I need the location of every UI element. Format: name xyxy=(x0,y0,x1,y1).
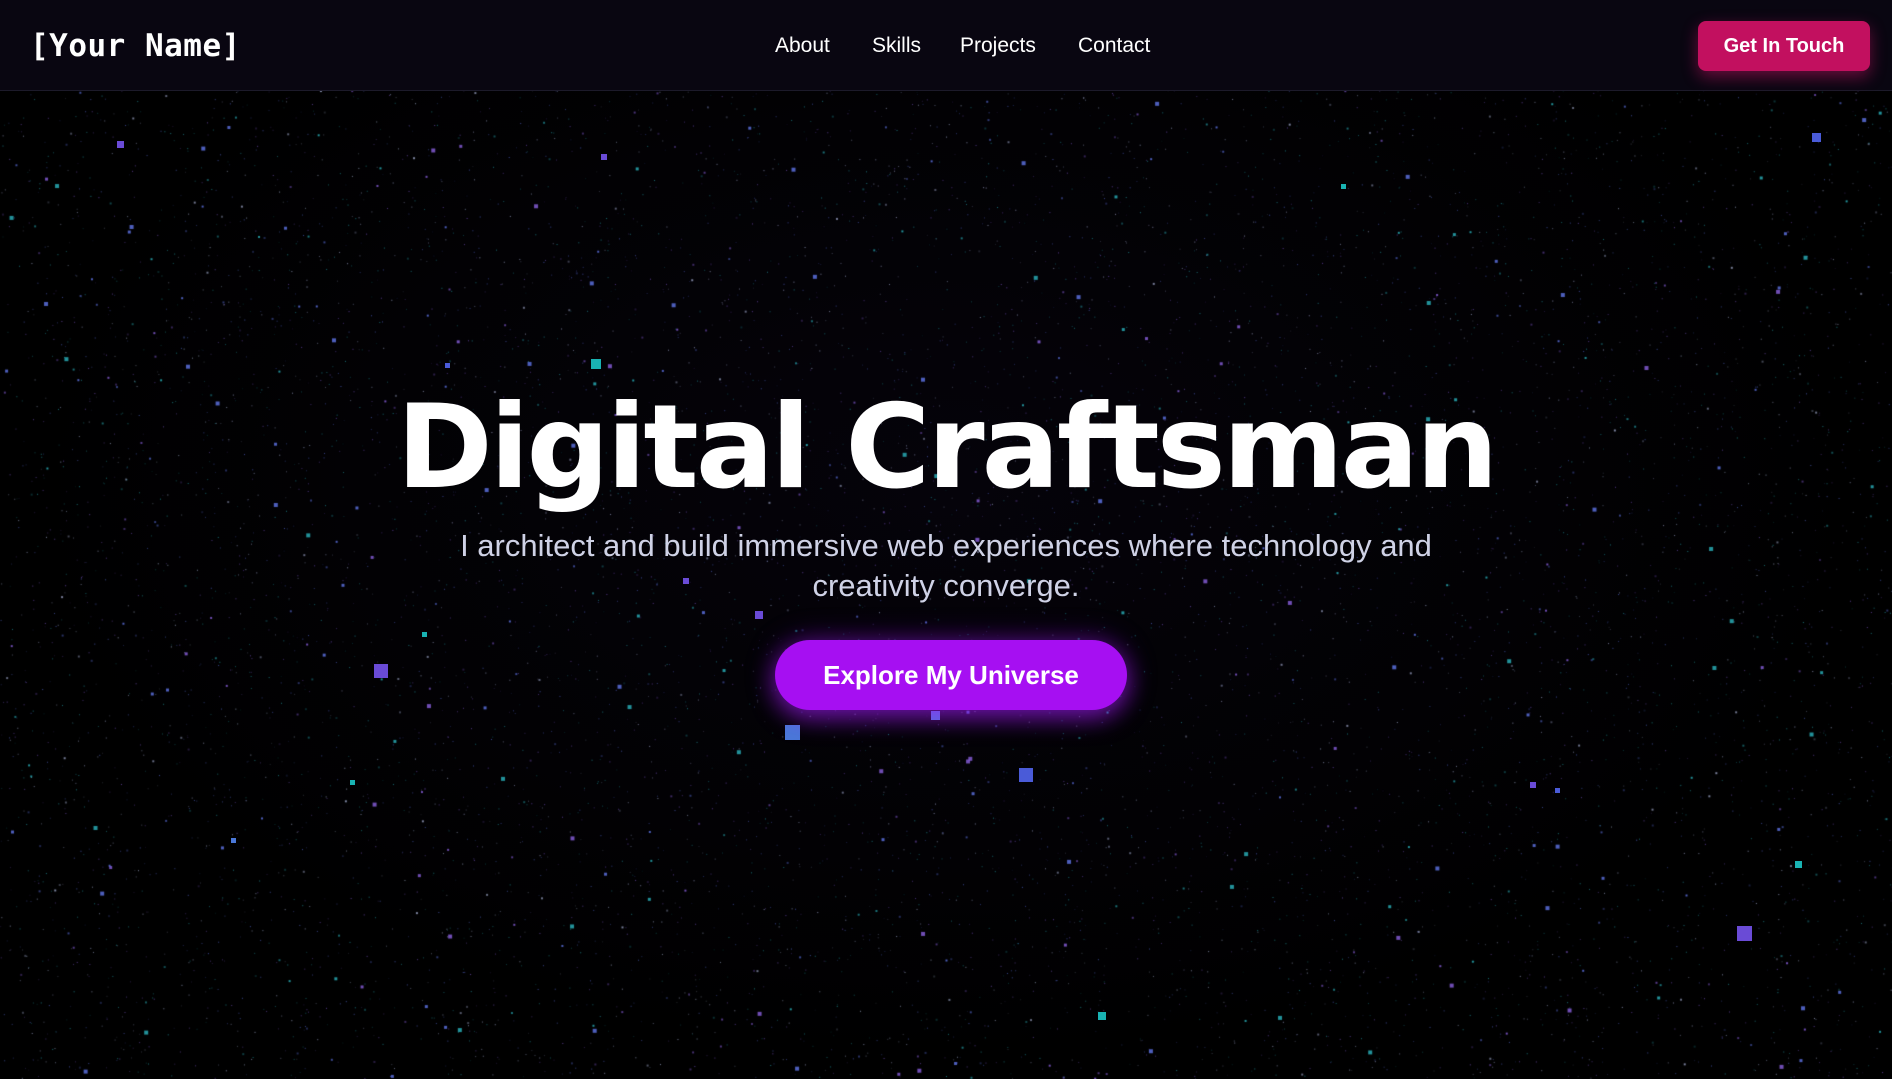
hero-section: Digital Craftsman I architect and build … xyxy=(0,0,1892,1079)
get-in-touch-button[interactable]: Get In Touch xyxy=(1698,21,1870,71)
nav-link-skills[interactable]: Skills xyxy=(872,30,921,62)
nav-links: About Skills Projects Contact xyxy=(0,30,1892,62)
nav-link-about[interactable]: About xyxy=(775,30,830,62)
top-navbar: [Your Name] About Skills Projects Contac… xyxy=(0,0,1892,91)
portfolio-page: [Your Name] About Skills Projects Contac… xyxy=(0,0,1892,1079)
hero-title: Digital Craftsman xyxy=(396,380,1498,515)
explore-universe-button[interactable]: Explore My Universe xyxy=(775,640,1127,710)
nav-link-projects[interactable]: Projects xyxy=(960,30,1036,62)
nav-link-contact[interactable]: Contact xyxy=(1078,30,1150,62)
hero-subtitle: I architect and build immersive web expe… xyxy=(460,528,1432,603)
